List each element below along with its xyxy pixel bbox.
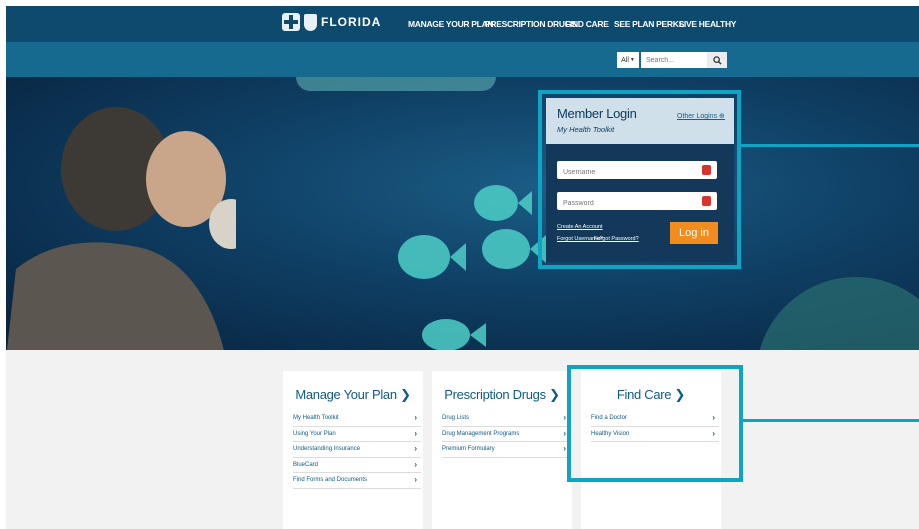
blue-cross-icon (282, 13, 300, 31)
list-item-label: Understanding Insurance (293, 446, 361, 453)
card-manage-your-plan: Manage Your Plan ❯ My Health Toolkit › Us… (283, 371, 423, 529)
shark-silhouette (296, 77, 496, 91)
nav-see-plan-perks[interactable]: SEE PLAN PERKS (614, 19, 684, 29)
search-button[interactable] (707, 52, 727, 68)
login-callout-line (741, 144, 919, 147)
nav-prescription-drugs[interactable]: PRESCRIPTION DRUGS (485, 19, 577, 29)
list-item-label: BlueCard (293, 461, 319, 468)
circle-arrow-icon: ⊕ (719, 113, 725, 120)
card-title-link[interactable]: Prescription Drugs ❯ (432, 387, 572, 403)
list-item[interactable]: Using Your Plan › (293, 427, 421, 443)
chevron-right-icon: ❯ (400, 387, 411, 402)
card-prescription-drugs: Prescription Drugs ❯ Drug Lists › Drug Ma… (432, 371, 572, 529)
list-item[interactable]: Understanding Insurance › (293, 442, 421, 458)
list-item[interactable]: Premium Formulary › (442, 442, 570, 458)
chevron-right-icon: › (414, 444, 417, 454)
list-item[interactable]: Find Forms and Documents › (293, 473, 421, 489)
card-title-label: Manage Your Plan (295, 387, 397, 402)
hero-aquarium-image (6, 77, 919, 350)
username-field[interactable] (557, 161, 717, 182)
list-item[interactable]: BlueCard › (293, 458, 421, 474)
search-input[interactable] (641, 52, 707, 68)
search-icon (712, 55, 722, 65)
other-logins-link[interactable]: Other Logins ⊕ (677, 112, 725, 120)
nav-find-care[interactable]: FIND CARE (565, 19, 609, 29)
list-item-label: Drug Lists (442, 415, 470, 421)
password-input[interactable] (557, 194, 697, 213)
login-header: Member Login My Health Toolkit Other Log… (546, 98, 734, 144)
stingray-silhouette (756, 277, 919, 350)
top-nav: FLORIDA MANAGE YOUR PLAN PRESCRIPTION DR… (6, 6, 919, 42)
chevron-right-icon: › (414, 413, 417, 422)
other-logins-label: Other Logins (677, 113, 718, 120)
search-scope-select[interactable]: All ▼ (617, 52, 639, 68)
chevron-right-icon: › (563, 428, 566, 438)
nav-manage-your-plan[interactable]: MANAGE YOUR PLAN (408, 19, 494, 29)
find-care-highlight-outline (567, 365, 743, 482)
password-field[interactable] (557, 192, 717, 213)
chevron-right-icon: › (414, 428, 417, 438)
brand-logo[interactable]: FLORIDA (282, 13, 381, 31)
list-item-label: My Health Toolkit (293, 415, 339, 421)
list-item[interactable]: My Health Toolkit › (293, 411, 421, 427)
blue-shield-icon (304, 13, 317, 31)
card-title-label: Prescription Drugs (444, 387, 546, 402)
caret-down-icon: ▼ (629, 57, 635, 63)
brand-name: FLORIDA (321, 15, 382, 29)
list-item-label: Find Forms and Documents (293, 477, 368, 484)
required-icon (702, 196, 711, 206)
chevron-right-icon: › (563, 413, 566, 422)
nav-live-healthy[interactable]: LIVE HEALTHY (679, 19, 736, 29)
login-button[interactable]: Log in (670, 222, 718, 244)
required-icon (702, 165, 711, 175)
member-login-panel: Member Login My Health Toolkit Other Log… (546, 98, 734, 262)
find-care-callout-line (743, 419, 919, 422)
login-subtitle: My Health Toolkit (557, 125, 615, 134)
list-item-label: Drug Management Programs (442, 430, 520, 437)
search-scope-label: All (621, 56, 629, 64)
search-bar: All ▼ (6, 42, 919, 77)
create-account-link[interactable]: Create An Account (557, 224, 603, 230)
list-item[interactable]: Drug Management Programs › (442, 427, 570, 443)
chevron-right-icon: › (414, 475, 417, 485)
list-item[interactable]: Drug Lists › (442, 411, 570, 427)
list-item-label: Premium Formulary (442, 446, 495, 453)
chevron-right-icon: ❯ (549, 387, 560, 402)
hero-people-image (7, 107, 236, 350)
username-input[interactable] (557, 163, 697, 182)
login-title: Member Login (557, 106, 637, 121)
list-item-label: Using Your Plan (293, 430, 336, 437)
card-title-link[interactable]: Manage Your Plan ❯ (283, 387, 423, 403)
forgot-password-link[interactable]: Forgot Password? (594, 236, 639, 242)
chevron-right-icon: › (563, 444, 566, 454)
chevron-right-icon: › (414, 459, 417, 469)
